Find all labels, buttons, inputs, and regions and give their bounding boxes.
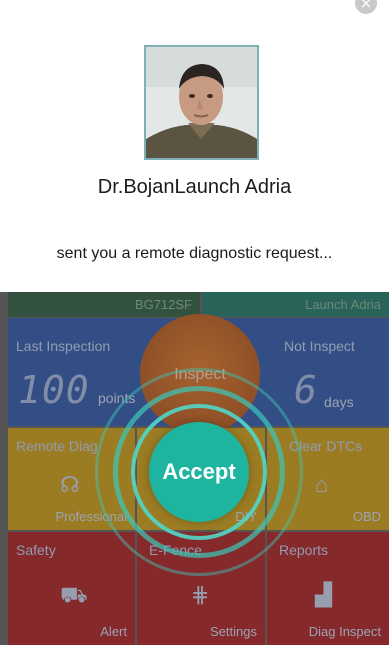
caller-name: Dr.BojanLaunch Adria (97, 176, 292, 198)
tile-title: Safety (16, 542, 56, 558)
stethoscope-icon: ☊ (60, 472, 80, 497)
close-icon: × (359, 0, 373, 12)
caller-avatar (144, 45, 259, 160)
tile-title: Not Inspect (284, 338, 355, 354)
inspection-score: 100 (18, 368, 90, 412)
fence-icon: ⋕ (191, 582, 210, 607)
car-alert-icon: ⛟ (60, 582, 88, 607)
dashboard-background: BG712SF Launch Adria Last Inspection 100… (0, 292, 389, 645)
tile-reports: Reports ▟ Diag Inspect (267, 532, 389, 645)
tile-subtitle: OBD (352, 509, 381, 524)
avatar-photo (146, 47, 257, 158)
tile-title: Last Inspection (16, 338, 111, 354)
tile-subtitle: Settings (210, 624, 257, 639)
close-button[interactable]: × (355, 0, 377, 14)
tile-subtitle: Diag Inspect (308, 624, 381, 639)
tile-title: Reports (279, 542, 329, 558)
tile-title: Remote Diag (16, 438, 98, 454)
accept-button[interactable]: Accept (149, 422, 249, 522)
tile-subtitle: Alert (100, 624, 127, 639)
request-message: sent you a remote diagnostic request... (56, 245, 333, 262)
days-unit: days (324, 394, 354, 410)
engine-icon: ⌂ (315, 472, 329, 497)
vehicle-id: BG712SF (8, 292, 200, 317)
chart-icon: ▟ (315, 582, 332, 607)
days-count: 6 (294, 368, 318, 412)
tile-safety: Safety ⛟ Alert (8, 532, 135, 645)
brand-name: Launch Adria (202, 292, 389, 317)
